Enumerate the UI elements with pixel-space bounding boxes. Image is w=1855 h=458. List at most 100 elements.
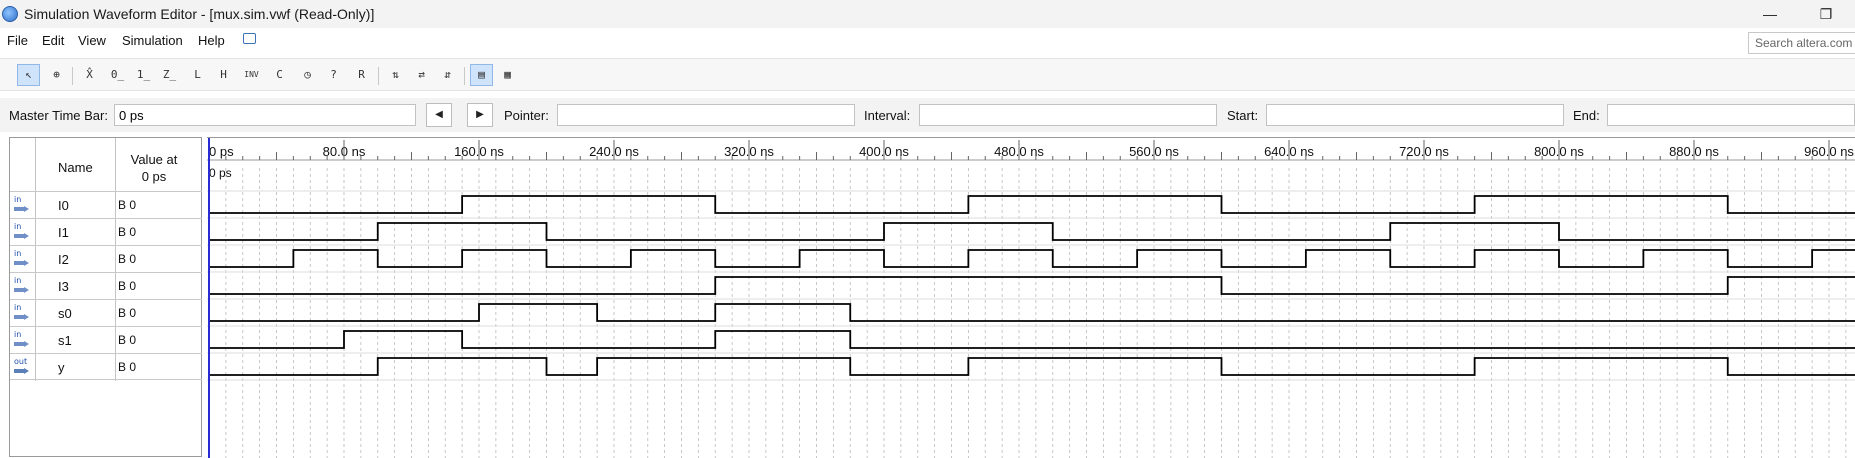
value-header-line1: Value at (130, 152, 178, 167)
selection-tool-icon[interactable]: ↖ (17, 64, 40, 86)
pin-arrow-icon (14, 233, 29, 239)
hierarchy-view-icon[interactable]: ▦ (496, 64, 519, 86)
signal-row-i1[interactable]: in I1 B 0 (10, 218, 202, 245)
pin-arrow-icon (14, 206, 29, 212)
high-impedance-icon[interactable]: Z̲ (158, 64, 181, 86)
pin-arrow-icon (14, 260, 29, 266)
input-pin-icon: in (12, 195, 34, 214)
zoom-tool-icon[interactable]: ⊕ (45, 64, 68, 86)
signal-row-s1[interactable]: in s1 B 0 (10, 326, 202, 353)
waveform-panel[interactable]: 0 ps 80.0 ns 160.0 ns 240.0 ns 320.0 ns 400.0… (207, 137, 1855, 458)
signal-row-y[interactable]: out y B 0 (10, 353, 202, 380)
force-high-icon[interactable]: 1̲ (132, 64, 155, 86)
next-transition-button[interactable]: ▶ (467, 103, 493, 127)
name-column-header[interactable]: Name (58, 160, 93, 175)
previous-transition-button[interactable]: ◀ (426, 103, 452, 127)
signal-row-i3[interactable]: in I3 B 0 (10, 272, 202, 299)
input-pin-icon: in (12, 222, 34, 241)
minimize-button[interactable]: — (1758, 4, 1782, 24)
waveform-i3[interactable] (209, 276, 1855, 295)
title-bar: Simulation Waveform Editor - [mux.sim.vw… (0, 0, 1855, 28)
pin-arrow-icon (14, 287, 29, 293)
start-field[interactable] (1266, 104, 1564, 126)
signal-name: y (58, 360, 65, 375)
feedback-icon[interactable] (243, 33, 256, 44)
pin-direction-text: out (14, 357, 28, 366)
waveform-view-icon[interactable]: ▤ (470, 64, 493, 86)
pin-direction-text: in (14, 195, 22, 204)
pin-direction-text: in (14, 222, 22, 231)
value-column-header[interactable]: Value at 0 ps (114, 151, 194, 185)
arbitrary-value-icon[interactable]: ? (322, 64, 345, 86)
pointer-label: Pointer: (504, 108, 549, 123)
pin-direction-text: in (14, 303, 22, 312)
menu-edit[interactable]: Edit (42, 33, 64, 48)
window-title: Simulation Waveform Editor - [mux.sim.vw… (24, 6, 375, 22)
menu-view[interactable]: View (78, 33, 106, 48)
pin-direction-text: in (14, 249, 22, 258)
signal-name: I3 (58, 279, 69, 294)
random-value-icon[interactable]: R (350, 64, 373, 86)
overwrite-clock-icon[interactable]: ◷ (296, 64, 319, 86)
waveform-i2[interactable] (209, 249, 1855, 268)
signal-value: B 0 (118, 252, 137, 266)
waveform-i0[interactable] (209, 195, 1855, 214)
master-time-bar-label: Master Time Bar: (9, 108, 108, 123)
end-label: End: (1573, 108, 1600, 123)
start-label: Start: (1227, 108, 1259, 123)
menu-simulation[interactable]: Simulation (122, 33, 183, 48)
toolbar-separator (464, 67, 465, 85)
pin-arrow-icon (14, 368, 29, 374)
weak-low-icon[interactable]: L (186, 64, 209, 86)
signal-row-s0[interactable]: in s0 B 0 (10, 299, 202, 326)
signal-name: s1 (58, 333, 72, 348)
interval-label: Interval: (864, 108, 911, 123)
signal-name: s0 (58, 306, 72, 321)
input-pin-icon: in (12, 249, 34, 268)
maximize-button[interactable]: ❐ (1814, 4, 1838, 24)
signal-value: B 0 (118, 333, 137, 347)
menu-bar: File Edit View Simulation Help (0, 28, 1855, 55)
weak-high-icon[interactable]: H (212, 64, 235, 86)
menu-help[interactable]: Help (198, 33, 225, 48)
signal-value: B 0 (118, 360, 137, 374)
interval-field[interactable] (919, 104, 1217, 126)
waveform-i1[interactable] (209, 222, 1855, 241)
value-header-line2: 0 ps (141, 169, 167, 184)
toolbar-separator (72, 67, 73, 85)
output-pin-icon: out (12, 357, 34, 376)
pin-direction-text: in (14, 276, 22, 285)
snap-to-grid-icon[interactable]: ⇅ (384, 64, 407, 86)
waveform-s1[interactable] (209, 330, 1855, 349)
pin-arrow-icon (14, 314, 29, 320)
input-pin-icon: in (12, 276, 34, 295)
toolbar-separator (378, 67, 379, 85)
unknown-value-icon[interactable]: X̂ (78, 64, 101, 86)
signal-row-i0[interactable]: in I0 B 0 (10, 191, 202, 218)
signal-row-i2[interactable]: in I2 B 0 (10, 245, 202, 272)
signal-name: I0 (58, 198, 69, 213)
waveform-y[interactable] (209, 357, 1855, 376)
sort-icon[interactable]: ⇵ (436, 64, 459, 86)
signal-value: B 0 (118, 225, 137, 239)
invert-icon[interactable]: INV (240, 64, 263, 86)
time-bar: Master Time Bar: 0 ps ◀ ▶ Pointer: Inter… (0, 98, 1855, 132)
force-low-icon[interactable]: 0̲ (106, 64, 129, 86)
search-input[interactable]: Search altera.com (1748, 32, 1855, 54)
waveform-s0[interactable] (209, 303, 1855, 322)
signal-name: I2 (58, 252, 69, 267)
signal-value: B 0 (118, 279, 137, 293)
signal-name: I1 (58, 225, 69, 240)
waveform-canvas[interactable] (207, 138, 1855, 458)
end-field[interactable] (1607, 104, 1855, 126)
waveform-toolbar: ↖ ⊕ X̂ 0̲ 1̲ Z̲ L H INV C ◷? R ⇅ ⇄ ⇵ ▤ ▦ (0, 58, 1855, 91)
grid-settings-icon[interactable]: ⇄ (410, 64, 433, 86)
menu-file[interactable]: File (7, 33, 28, 48)
pin-direction-text: in (14, 330, 22, 339)
count-value-icon[interactable]: C (268, 64, 291, 86)
input-pin-icon: in (12, 303, 34, 322)
quartus-app-icon (2, 6, 18, 22)
pin-arrow-icon (14, 341, 29, 347)
master-time-bar-field[interactable]: 0 ps (114, 104, 416, 126)
pointer-field[interactable] (557, 104, 855, 126)
